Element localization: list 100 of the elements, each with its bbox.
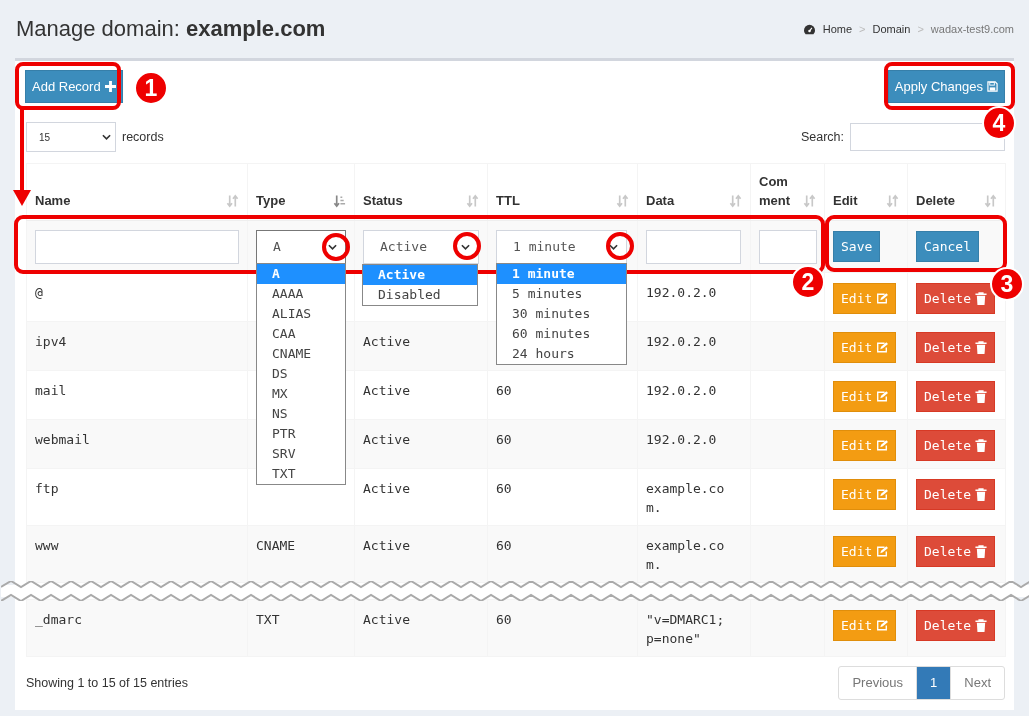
plus-icon bbox=[104, 81, 116, 92]
dropdown-option[interactable]: CAA bbox=[257, 324, 345, 344]
breadcrumb-separator: > bbox=[859, 23, 866, 35]
column-header[interactable]: Name bbox=[35, 191, 71, 210]
sort-icon[interactable] bbox=[226, 194, 239, 208]
dropdown-option[interactable]: SRV bbox=[257, 444, 345, 464]
dropdown-option[interactable]: CNAME bbox=[257, 344, 345, 364]
delete-button[interactable]: Delete bbox=[916, 479, 995, 510]
breadcrumb-link[interactable]: Home bbox=[822, 23, 853, 35]
trash-icon bbox=[974, 619, 987, 632]
dropdown-option[interactable]: 5 minutes bbox=[497, 284, 626, 304]
ttl-cell: 60 bbox=[496, 383, 512, 398]
delete-button[interactable]: Delete bbox=[916, 536, 995, 567]
page-link[interactable]: 1 bbox=[916, 667, 951, 699]
name-cell: @ bbox=[35, 285, 43, 300]
delete-button[interactable]: Delete bbox=[916, 430, 995, 461]
dropdown-option[interactable]: AAAA bbox=[257, 284, 345, 304]
gauge-icon bbox=[802, 23, 816, 35]
records-label: records bbox=[122, 130, 164, 144]
status-cell: Active bbox=[363, 538, 410, 553]
highlight-circle bbox=[606, 232, 634, 260]
name-cell: ipv4 bbox=[35, 334, 67, 349]
delete-button[interactable]: Delete bbox=[916, 610, 995, 641]
chevron-down-icon bbox=[609, 243, 618, 250]
dropdown-option[interactable]: TXT bbox=[257, 464, 345, 484]
step-number-badge: 3 bbox=[990, 267, 1024, 301]
chevron-down-icon bbox=[461, 243, 470, 250]
dropdown-option[interactable]: 60 minutes bbox=[497, 324, 626, 344]
dropdown-option[interactable]: 24 hours bbox=[497, 344, 626, 364]
dropdown-option[interactable]: DS bbox=[257, 364, 345, 384]
status-cell: Active bbox=[363, 334, 410, 349]
ttl-cell: 60 bbox=[496, 481, 512, 496]
trash-icon bbox=[974, 545, 987, 558]
breadcrumb-current: wadax-test9.com bbox=[930, 23, 1014, 35]
chevron-down-icon bbox=[328, 243, 337, 250]
sort-icon[interactable] bbox=[616, 194, 629, 208]
search-label: Search: bbox=[800, 130, 844, 144]
ttl-cell: 60 bbox=[496, 432, 512, 447]
name-cell: ftp bbox=[35, 481, 59, 496]
highlight-circle bbox=[453, 232, 481, 260]
type-cell: TXT bbox=[256, 612, 280, 627]
dropdown-select[interactable]: 1 minute bbox=[496, 229, 627, 264]
add-record-button[interactable]: Add Record bbox=[25, 70, 123, 103]
type-cell: CNAME bbox=[256, 538, 296, 553]
dropdown-option[interactable]: 30 minutes bbox=[497, 304, 626, 324]
cancel-button[interactable]: Cancel bbox=[916, 231, 979, 262]
ttl-cell: 60 bbox=[496, 612, 512, 627]
status-cell: Active bbox=[363, 432, 410, 447]
column-header[interactable]: TTL bbox=[496, 191, 520, 210]
name-input[interactable] bbox=[35, 229, 239, 264]
data-cell-text: "v=DMARC1; p=none" bbox=[646, 611, 726, 648]
page-length-select[interactable]: 15 bbox=[26, 122, 116, 152]
apply-changes-button[interactable]: Apply Changes bbox=[887, 70, 1005, 103]
dropdown-option[interactable]: MX bbox=[257, 384, 345, 404]
page-title: Manage domain: example.com bbox=[16, 16, 326, 42]
data-input[interactable] bbox=[646, 229, 741, 264]
dropdown-option[interactable]: NS bbox=[257, 404, 345, 424]
delete-button[interactable]: Delete bbox=[916, 381, 995, 412]
data-cell-text: 192.0.2.0 bbox=[646, 333, 718, 351]
sort-icon[interactable] bbox=[729, 194, 742, 208]
edit-icon bbox=[876, 545, 889, 558]
dropdown-select[interactable]: Active bbox=[363, 229, 479, 264]
delete-button[interactable]: Delete bbox=[916, 283, 995, 314]
edit-icon bbox=[876, 439, 889, 452]
save-button[interactable]: Save bbox=[833, 231, 881, 262]
comment-input[interactable] bbox=[759, 229, 817, 264]
name-cell: webmail bbox=[35, 432, 90, 447]
entries-info: Showing 1 to 15 of 15 entries bbox=[26, 676, 188, 690]
sort-icon[interactable] bbox=[984, 194, 997, 208]
trash-icon bbox=[974, 488, 987, 501]
status-cell: Active bbox=[363, 481, 410, 496]
sort-icon[interactable] bbox=[886, 194, 899, 208]
column-header[interactable]: Delete bbox=[916, 191, 956, 210]
data-cell-text: 192.0.2.0 bbox=[646, 431, 718, 449]
dropdown-option[interactable]: PTR bbox=[257, 424, 345, 444]
dropdown-option[interactable]: ALIAS bbox=[257, 304, 345, 324]
status-cell: Active bbox=[363, 612, 410, 627]
column-header[interactable]: Edit bbox=[833, 191, 858, 210]
sort-icon[interactable] bbox=[803, 194, 816, 208]
trash-icon bbox=[974, 292, 987, 305]
breadcrumb-separator: > bbox=[917, 23, 924, 35]
name-cell: mail bbox=[35, 383, 67, 398]
sort-ascending-icon[interactable] bbox=[333, 194, 346, 208]
edit-icon bbox=[876, 619, 889, 632]
edit-icon bbox=[876, 390, 889, 403]
column-header[interactable]: Type bbox=[256, 191, 286, 210]
data-cell-text: example.com. bbox=[646, 537, 726, 574]
column-header[interactable]: Status bbox=[363, 191, 403, 210]
delete-button[interactable]: Delete bbox=[916, 332, 995, 363]
edit-icon bbox=[876, 488, 889, 501]
column-header[interactable]: Data bbox=[646, 191, 675, 210]
edit-icon bbox=[876, 341, 889, 354]
name-cell: www bbox=[35, 538, 59, 553]
data-cell-text: example.com. bbox=[646, 480, 726, 517]
chevron-down-icon bbox=[102, 134, 111, 140]
trash-icon bbox=[974, 390, 987, 403]
dropdown-select[interactable]: A bbox=[256, 229, 346, 264]
breadcrumb-link[interactable]: Domain bbox=[872, 23, 911, 35]
sort-icon[interactable] bbox=[466, 194, 479, 208]
edit-icon bbox=[876, 292, 889, 305]
